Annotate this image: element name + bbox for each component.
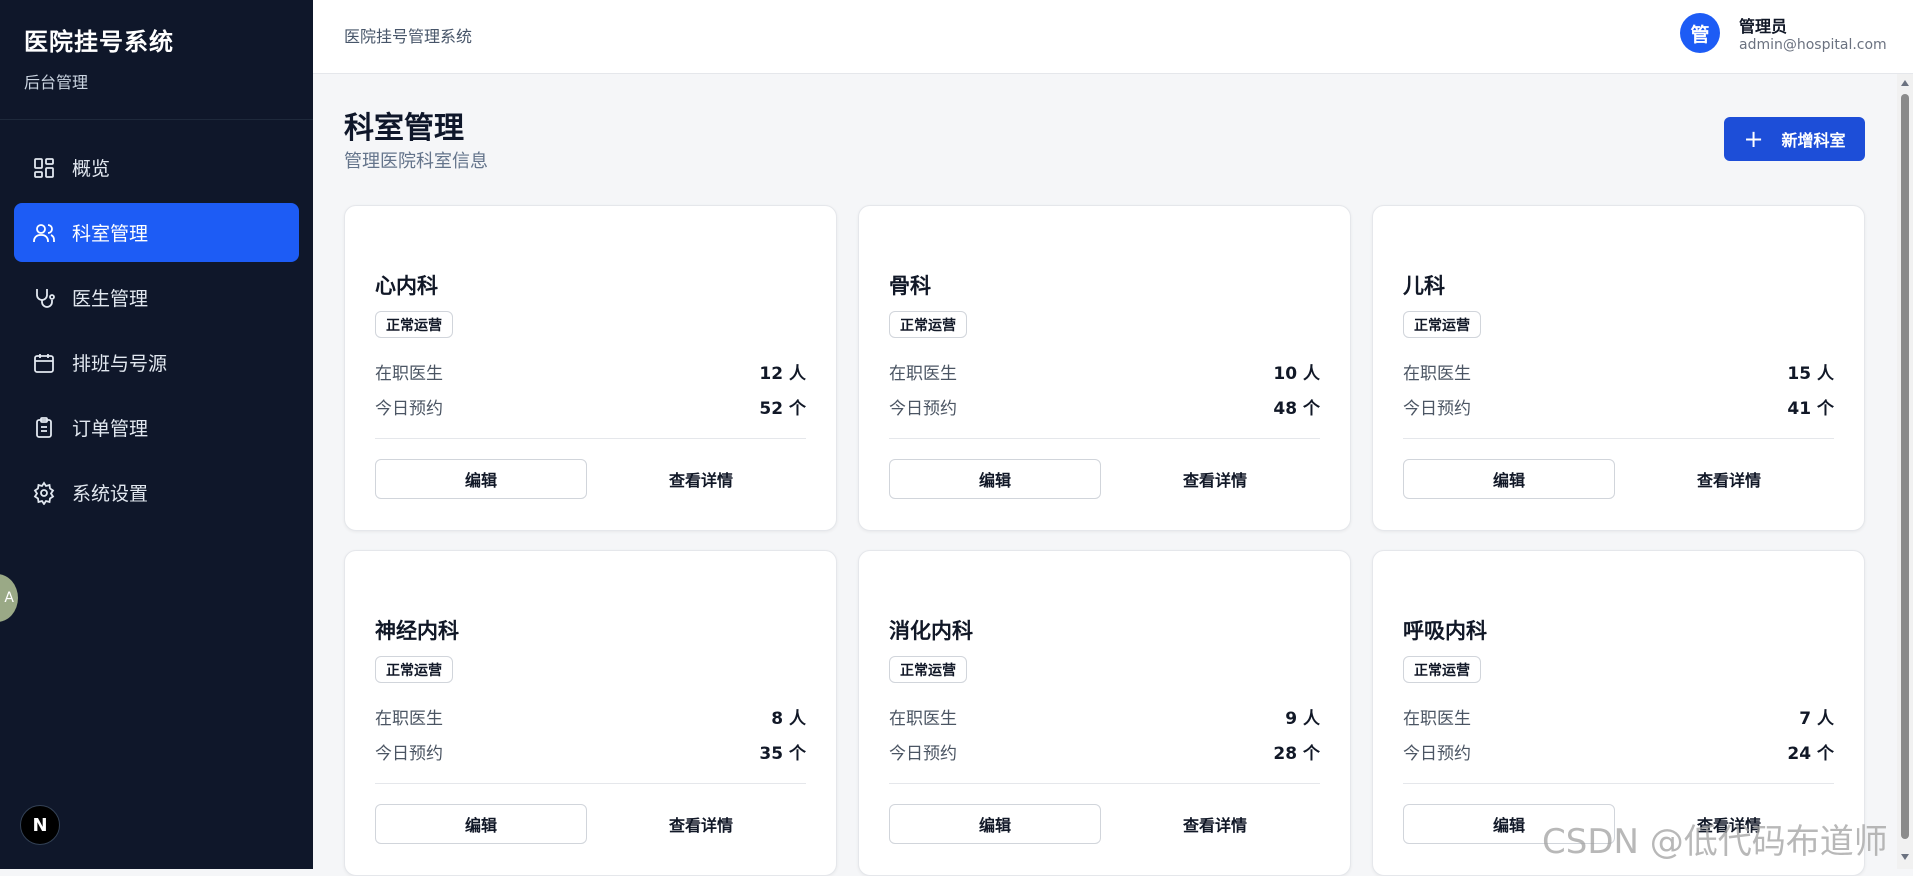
doctors-label: 在职医生 xyxy=(889,709,957,729)
gear-icon xyxy=(32,480,56,505)
framework-logo[interactable]: N xyxy=(20,805,60,845)
department-card: 神经内科 正常运营 在职医生 8 人 今日预约 35 个 编辑 查看详情 xyxy=(344,550,837,876)
department-card: 骨科 正常运营 在职医生 10 人 今日预约 48 个 编辑 查看详情 xyxy=(858,205,1351,531)
edit-button[interactable]: 编辑 xyxy=(1403,459,1615,499)
appointments-label: 今日预约 xyxy=(1403,399,1471,419)
appointments-count: 52 个 xyxy=(759,399,806,419)
department-name: 儿科 xyxy=(1403,274,1445,298)
doctors-count: 9 人 xyxy=(1285,709,1320,729)
view-details-button[interactable]: 查看详情 xyxy=(595,804,807,844)
status-badge: 正常运营 xyxy=(889,656,967,683)
users-icon xyxy=(32,221,56,245)
doctors-count: 10 人 xyxy=(1273,364,1320,384)
divider xyxy=(375,438,806,439)
divider xyxy=(889,783,1320,784)
divider xyxy=(375,783,806,784)
doctors-label: 在职医生 xyxy=(1403,364,1471,384)
scroll-up-arrow-icon[interactable] xyxy=(1901,80,1909,86)
brand: 医院挂号系统 后台管理 xyxy=(0,0,313,120)
breadcrumb: 医院挂号管理系统 xyxy=(344,27,473,46)
edit-button[interactable]: 编辑 xyxy=(889,804,1101,844)
sidebar-item-label: 订单管理 xyxy=(72,418,149,440)
appointments-count: 41 个 xyxy=(1787,399,1834,419)
sidebar-item-doctors[interactable]: 医生管理 xyxy=(14,268,299,327)
doctors-label: 在职医生 xyxy=(1403,709,1471,729)
plus-icon: + xyxy=(1743,125,1764,153)
status-badge: 正常运营 xyxy=(375,311,453,338)
appointments-count: 35 个 xyxy=(759,744,806,764)
sidebar-item-label: 科室管理 xyxy=(72,223,149,245)
sidebar-nav: 概览 科室管理 医生管理 排班与号源 订单管理 系统设置 xyxy=(0,120,313,522)
edit-button[interactable]: 编辑 xyxy=(375,459,587,499)
status-badge: 正常运营 xyxy=(889,311,967,338)
appointments-count: 48 个 xyxy=(1273,399,1320,419)
appointments-label: 今日预约 xyxy=(889,399,957,419)
top-header: 医院挂号管理系统 管 管理员 admin@hospital.com xyxy=(313,0,1913,74)
sidebar-item-label: 系统设置 xyxy=(72,483,149,505)
department-name: 消化内科 xyxy=(889,619,973,643)
appointments-label: 今日预约 xyxy=(375,744,443,764)
app-title: 医院挂号系统 xyxy=(24,28,174,56)
sidebar-item-label: 排班与号源 xyxy=(72,353,168,375)
doctors-label: 在职医生 xyxy=(375,709,443,729)
calendar-icon xyxy=(32,351,56,375)
sidebar-item-orders[interactable]: 订单管理 xyxy=(14,398,299,457)
sidebar-item-overview[interactable]: 概览 xyxy=(14,138,299,197)
department-card: 心内科 正常运营 在职医生 12 人 今日预约 52 个 编辑 查看详情 xyxy=(344,205,837,531)
view-details-button[interactable]: 查看详情 xyxy=(595,459,807,499)
divider xyxy=(889,438,1320,439)
department-name: 心内科 xyxy=(375,274,438,298)
status-badge: 正常运营 xyxy=(1403,311,1481,338)
appointments-label: 今日预约 xyxy=(1403,744,1471,764)
sidebar-item-departments[interactable]: 科室管理 xyxy=(14,203,299,262)
department-card: 儿科 正常运营 在职医生 15 人 今日预约 41 个 编辑 查看详情 xyxy=(1372,205,1865,531)
sidebar-item-settings[interactable]: 系统设置 xyxy=(14,463,299,522)
divider xyxy=(1403,783,1834,784)
view-details-button[interactable]: 查看详情 xyxy=(1109,459,1321,499)
add-department-label: 新增科室 xyxy=(1781,131,1846,150)
department-card: 消化内科 正常运营 在职医生 9 人 今日预约 28 个 编辑 查看详情 xyxy=(858,550,1351,876)
clipboard-icon xyxy=(32,416,56,440)
user-name: 管理员 xyxy=(1739,17,1788,36)
page-subtitle: 管理医院科室信息 xyxy=(344,151,488,172)
watermark: CSDN @低代码布道师 xyxy=(1542,822,1888,862)
appointments-label: 今日预约 xyxy=(889,744,957,764)
app-subtitle: 后台管理 xyxy=(24,73,89,92)
doctors-label: 在职医生 xyxy=(889,364,957,384)
appointments-count: 24 个 xyxy=(1787,744,1834,764)
avatar[interactable]: 管 xyxy=(1680,13,1720,53)
view-details-button[interactable]: 查看详情 xyxy=(1623,459,1835,499)
sidebar-item-schedule[interactable]: 排班与号源 xyxy=(14,333,299,392)
scroll-down-arrow-icon[interactable] xyxy=(1901,854,1909,860)
add-department-button[interactable]: + 新增科室 xyxy=(1724,117,1865,161)
department-name: 骨科 xyxy=(889,274,931,298)
divider xyxy=(1403,438,1834,439)
stethoscope-icon xyxy=(32,286,56,310)
department-name: 呼吸内科 xyxy=(1403,619,1487,643)
doctors-count: 12 人 xyxy=(759,364,806,384)
doctors-label: 在职医生 xyxy=(375,364,443,384)
edit-button[interactable]: 编辑 xyxy=(375,804,587,844)
appointments-count: 28 个 xyxy=(1273,744,1320,764)
dashboard-icon xyxy=(32,156,56,180)
status-badge: 正常运营 xyxy=(1403,656,1481,683)
assistant-bubble[interactable]: A xyxy=(0,574,18,622)
vertical-scrollbar[interactable] xyxy=(1897,74,1913,869)
user-email: admin@hospital.com xyxy=(1739,37,1887,53)
appointments-label: 今日预约 xyxy=(375,399,443,419)
sidebar-item-label: 概览 xyxy=(72,158,111,180)
scroll-thumb[interactable] xyxy=(1901,94,1909,839)
status-badge: 正常运营 xyxy=(375,656,453,683)
page-title: 科室管理 xyxy=(344,111,464,146)
edit-button[interactable]: 编辑 xyxy=(889,459,1101,499)
doctors-count: 15 人 xyxy=(1787,364,1834,384)
department-name: 神经内科 xyxy=(375,619,459,643)
sidebar: 医院挂号系统 后台管理 概览 科室管理 医生管理 排班与号源 订单管理 系统设置… xyxy=(0,0,313,869)
doctors-count: 8 人 xyxy=(771,709,806,729)
view-details-button[interactable]: 查看详情 xyxy=(1109,804,1321,844)
sidebar-item-label: 医生管理 xyxy=(72,288,149,310)
doctors-count: 7 人 xyxy=(1799,709,1834,729)
